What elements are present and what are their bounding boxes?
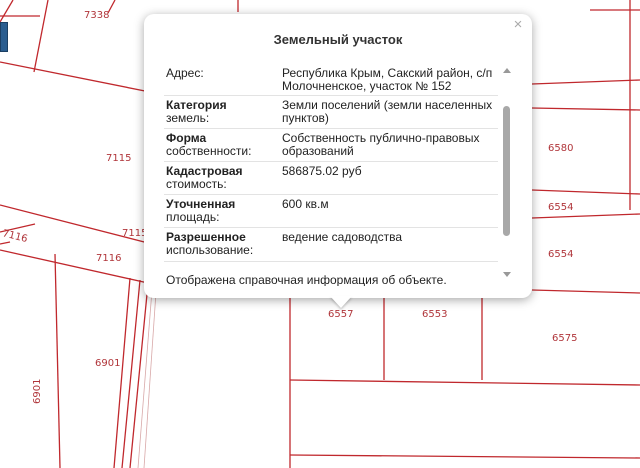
info-note: Отображена справочная информация об объе…	[166, 273, 447, 286]
info-row-cadastral-value: Кадастровая стоимость: 586875.02 руб	[164, 161, 498, 195]
info-row-area: Уточненная площадь: 600 кв.м	[164, 194, 498, 228]
parcel-info-table: Адрес: Республика Крым, Сакский район, с…	[164, 64, 498, 262]
plot-number: 7338	[84, 10, 109, 21]
plot-number: 6554	[548, 202, 573, 213]
scrollbar-thumb[interactable]	[503, 106, 510, 236]
plot-number: 6580	[548, 143, 573, 154]
popup-pointer	[330, 296, 352, 308]
plot-number: 7115	[106, 153, 131, 164]
info-row-ownership: Форма собственности: Собственность публи…	[164, 128, 498, 162]
plot-number: 6553	[422, 309, 447, 320]
info-label: Разрешенное использование:	[164, 227, 276, 262]
popup-title: Земельный участок	[273, 32, 403, 47]
plot-number: 6554	[548, 249, 573, 260]
info-row-permitted-use: Разрешенное использование: ведение садов…	[164, 227, 498, 262]
plot-number: 6557	[328, 309, 353, 320]
info-label: Форма собственности:	[164, 128, 276, 162]
popup-content[interactable]: Адрес: Республика Крым, Сакский район, с…	[164, 64, 498, 286]
info-row-address: Адрес: Республика Крым, Сакский район, с…	[164, 64, 498, 96]
info-value: Собственность публично-правовых образова…	[276, 128, 498, 162]
close-icon[interactable]: ×	[510, 17, 526, 33]
map-control-button[interactable]	[0, 22, 8, 52]
scroll-up-arrow-icon[interactable]	[503, 68, 511, 73]
popup-scrollbar[interactable]	[502, 66, 512, 280]
info-value: Республика Крым, Сакский район, с/п Моло…	[276, 64, 498, 96]
info-value: Земли поселений (земли населенных пункто…	[276, 95, 498, 129]
thin-boundaries	[137, 289, 157, 468]
info-label: Уточненная площадь:	[164, 194, 276, 228]
info-label: Кадастровая стоимость:	[164, 161, 276, 195]
scroll-down-arrow-icon[interactable]	[503, 272, 511, 277]
plot-number: 6901	[95, 358, 120, 369]
info-row-land-category: Категория земель: Земли поселений (земли…	[164, 95, 498, 129]
info-value: 600 кв.м	[276, 194, 498, 228]
parcel-info-popup: × Земельный участок Адрес: Республика Кр…	[144, 14, 532, 298]
info-label: Адрес:	[164, 64, 276, 96]
info-value: ведение садоводства	[276, 227, 498, 262]
info-label: Категория земель:	[164, 95, 276, 129]
info-value: 586875.02 руб	[276, 161, 498, 195]
plot-number: 6901	[32, 379, 43, 404]
plot-number: 7116	[96, 253, 121, 264]
plot-number: 6575	[552, 333, 577, 344]
